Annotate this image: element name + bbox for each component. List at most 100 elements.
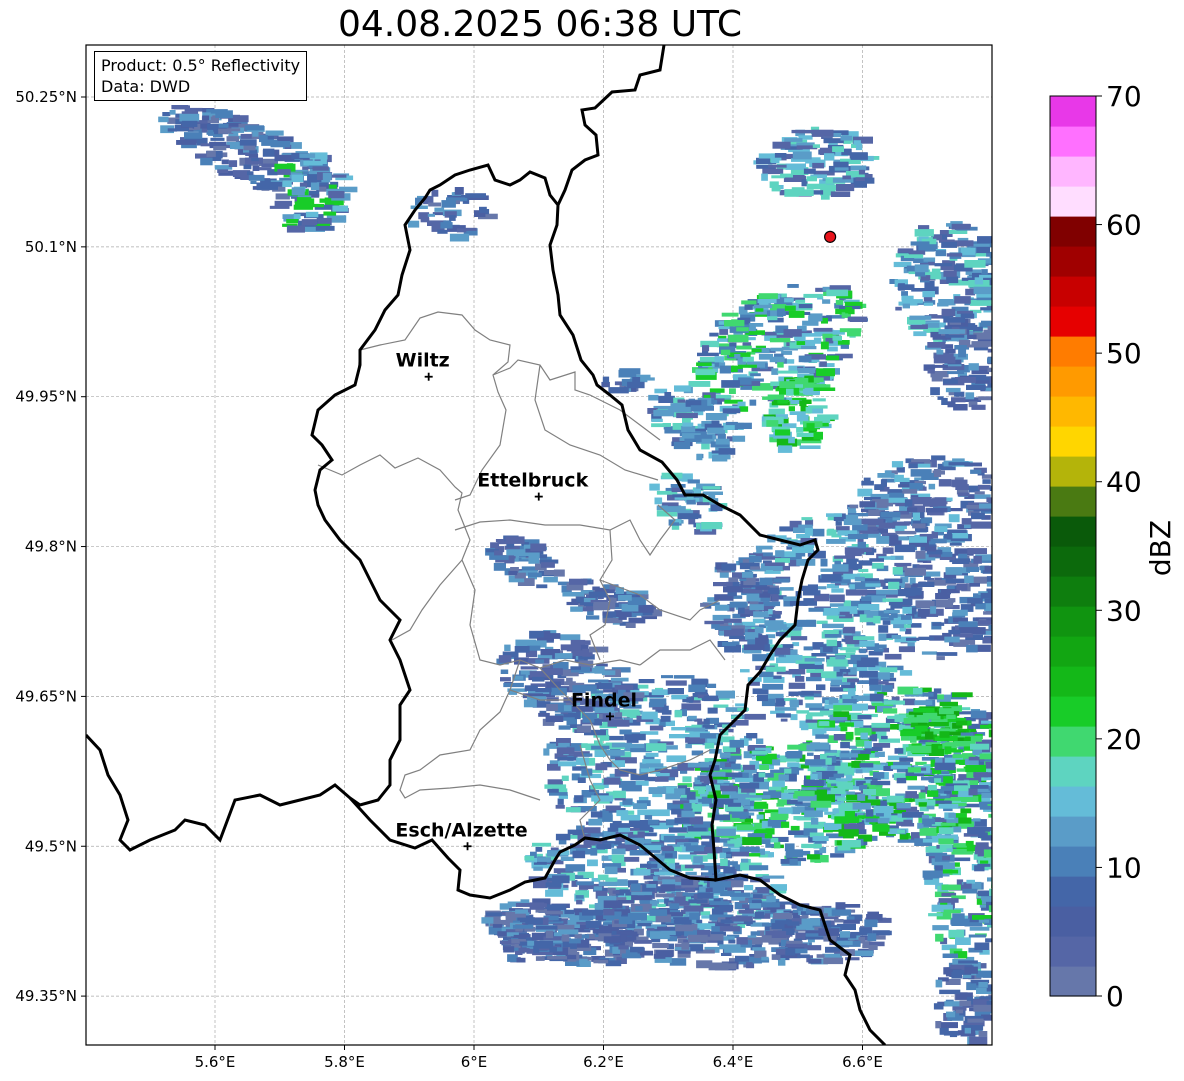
echo-cell — [918, 636, 935, 640]
echo-cell — [728, 757, 737, 762]
echo-cell — [206, 150, 216, 157]
echo-cell — [901, 291, 908, 296]
echo-cell — [748, 337, 756, 341]
echo-cell — [794, 336, 806, 341]
echo-cell — [878, 625, 889, 633]
echo-cell — [883, 708, 898, 714]
echo-cell — [979, 753, 992, 760]
echo-cell — [805, 703, 823, 708]
echo-cell — [724, 320, 745, 327]
echo-cell — [660, 715, 671, 722]
echo-cell — [815, 734, 829, 739]
echo-cell — [838, 829, 859, 837]
echo-cell — [942, 855, 950, 861]
echo-cell — [723, 866, 735, 874]
echo-cell — [565, 864, 586, 872]
echo-cell — [992, 610, 1001, 617]
echo-cell — [912, 523, 926, 529]
echo-cell — [798, 304, 813, 309]
echo-cell — [687, 762, 710, 768]
echo-cell — [202, 115, 210, 121]
echo-cell — [898, 283, 905, 291]
echo-cell — [576, 725, 592, 733]
echo-cell — [674, 846, 683, 852]
echo-cell — [734, 354, 741, 359]
echo-cell — [608, 611, 617, 618]
echo-cell — [718, 448, 736, 455]
echo-cell — [942, 953, 959, 958]
echo-cell — [714, 356, 725, 363]
echo-cell — [611, 854, 625, 862]
echo-cell — [786, 751, 803, 759]
echo-cell — [750, 373, 761, 377]
echo-cell — [945, 578, 965, 584]
echo-cell — [971, 404, 986, 410]
echo-cell — [742, 837, 762, 845]
echo-cell — [666, 755, 687, 762]
echo-cell — [883, 700, 905, 705]
echo-cell — [250, 180, 257, 184]
echo-cell — [646, 884, 657, 888]
echo-cell — [449, 215, 456, 221]
echo-cell — [804, 810, 823, 818]
echo-cell — [958, 627, 980, 634]
echo-cell — [784, 305, 796, 311]
echo-cell — [655, 776, 669, 782]
echo-cell — [653, 410, 674, 417]
echo-cell — [543, 633, 561, 639]
echo-cell — [714, 394, 732, 399]
echo-cell — [597, 874, 609, 881]
echo-cell — [532, 676, 545, 682]
echo-cell — [896, 803, 911, 809]
echo-cell — [169, 110, 176, 115]
echo-cell — [845, 774, 853, 781]
echo-cell — [790, 636, 808, 641]
lon-tick-label: 5.6°E — [195, 1053, 236, 1071]
echo-cell — [561, 934, 570, 942]
echo-cell — [788, 682, 806, 689]
echo-cell — [834, 167, 849, 171]
echo-cell — [799, 445, 821, 449]
echo-cell — [688, 684, 706, 693]
echo-cell — [826, 513, 842, 517]
echo-cell — [794, 791, 815, 797]
echo-cell — [977, 484, 991, 490]
echo-cell — [517, 948, 530, 952]
echo-cell — [901, 823, 915, 827]
echo-cell — [812, 144, 820, 148]
echo-cell — [515, 903, 532, 907]
echo-cell — [779, 381, 796, 388]
lat-tick-label: 50.25°N — [15, 88, 77, 106]
echo-cell — [961, 518, 972, 525]
echo-cell — [857, 823, 865, 830]
echo-cell — [804, 527, 813, 536]
echo-cell — [946, 1011, 956, 1018]
echo-cell — [983, 611, 992, 615]
echo-cell — [913, 331, 927, 337]
echo-cell — [646, 743, 667, 752]
echo-cell — [939, 1027, 949, 1035]
echo-cell — [721, 312, 739, 317]
echo-cell — [832, 335, 842, 341]
echo-cell — [619, 780, 636, 788]
echo-cell — [712, 454, 731, 460]
echo-cell — [515, 909, 528, 914]
echo-cell — [704, 620, 724, 625]
echo-cell — [913, 708, 935, 713]
echo-cell — [770, 381, 780, 386]
echo-cell — [608, 387, 629, 394]
echo-cell — [602, 376, 610, 383]
echo-cell — [966, 566, 979, 572]
echo-cell — [768, 408, 785, 415]
echo-cell — [994, 791, 1006, 798]
echo-cell — [840, 647, 860, 651]
echo-cell — [676, 891, 684, 897]
echo-cell — [812, 162, 825, 169]
echo-cell — [703, 718, 710, 725]
echo-cell — [558, 742, 570, 747]
echo-cell — [833, 773, 845, 778]
echo-cell — [731, 916, 753, 922]
echo-cell — [247, 171, 254, 176]
echo-cell — [970, 735, 982, 742]
echo-cell — [686, 499, 696, 505]
